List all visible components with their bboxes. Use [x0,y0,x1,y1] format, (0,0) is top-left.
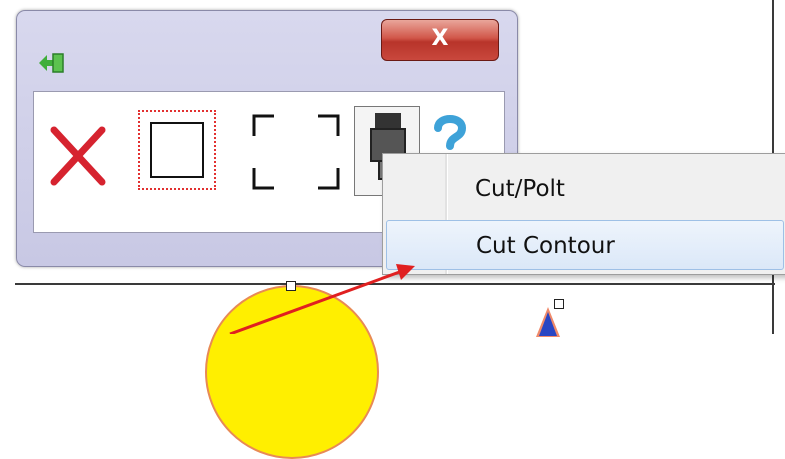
canvas-guide-line [15,283,775,285]
dashed-corners-icon [252,114,340,190]
delete-tool-button[interactable] [48,110,108,210]
context-menu: Cut/Polt Cut Contour [382,153,785,275]
menu-item-label: Cut/Polt [475,176,565,202]
select-tool-button[interactable] [250,112,342,192]
menu-item-cut-plot[interactable]: Cut/Polt [386,164,784,214]
close-button[interactable]: X [381,19,499,61]
menu-item-label: Cut Contour [476,233,615,259]
blue-triangle-shape[interactable] [539,312,557,336]
rectangle-selection-icon [150,122,204,178]
rectangle-tool-button[interactable] [138,110,216,190]
green-export-icon [39,53,64,73]
menu-item-cut-contour[interactable]: Cut Contour [386,220,784,270]
selection-handle[interactable] [286,281,296,291]
yellow-circle-shape[interactable] [205,285,379,459]
selection-handle[interactable] [554,299,564,309]
red-x-icon [50,126,106,186]
